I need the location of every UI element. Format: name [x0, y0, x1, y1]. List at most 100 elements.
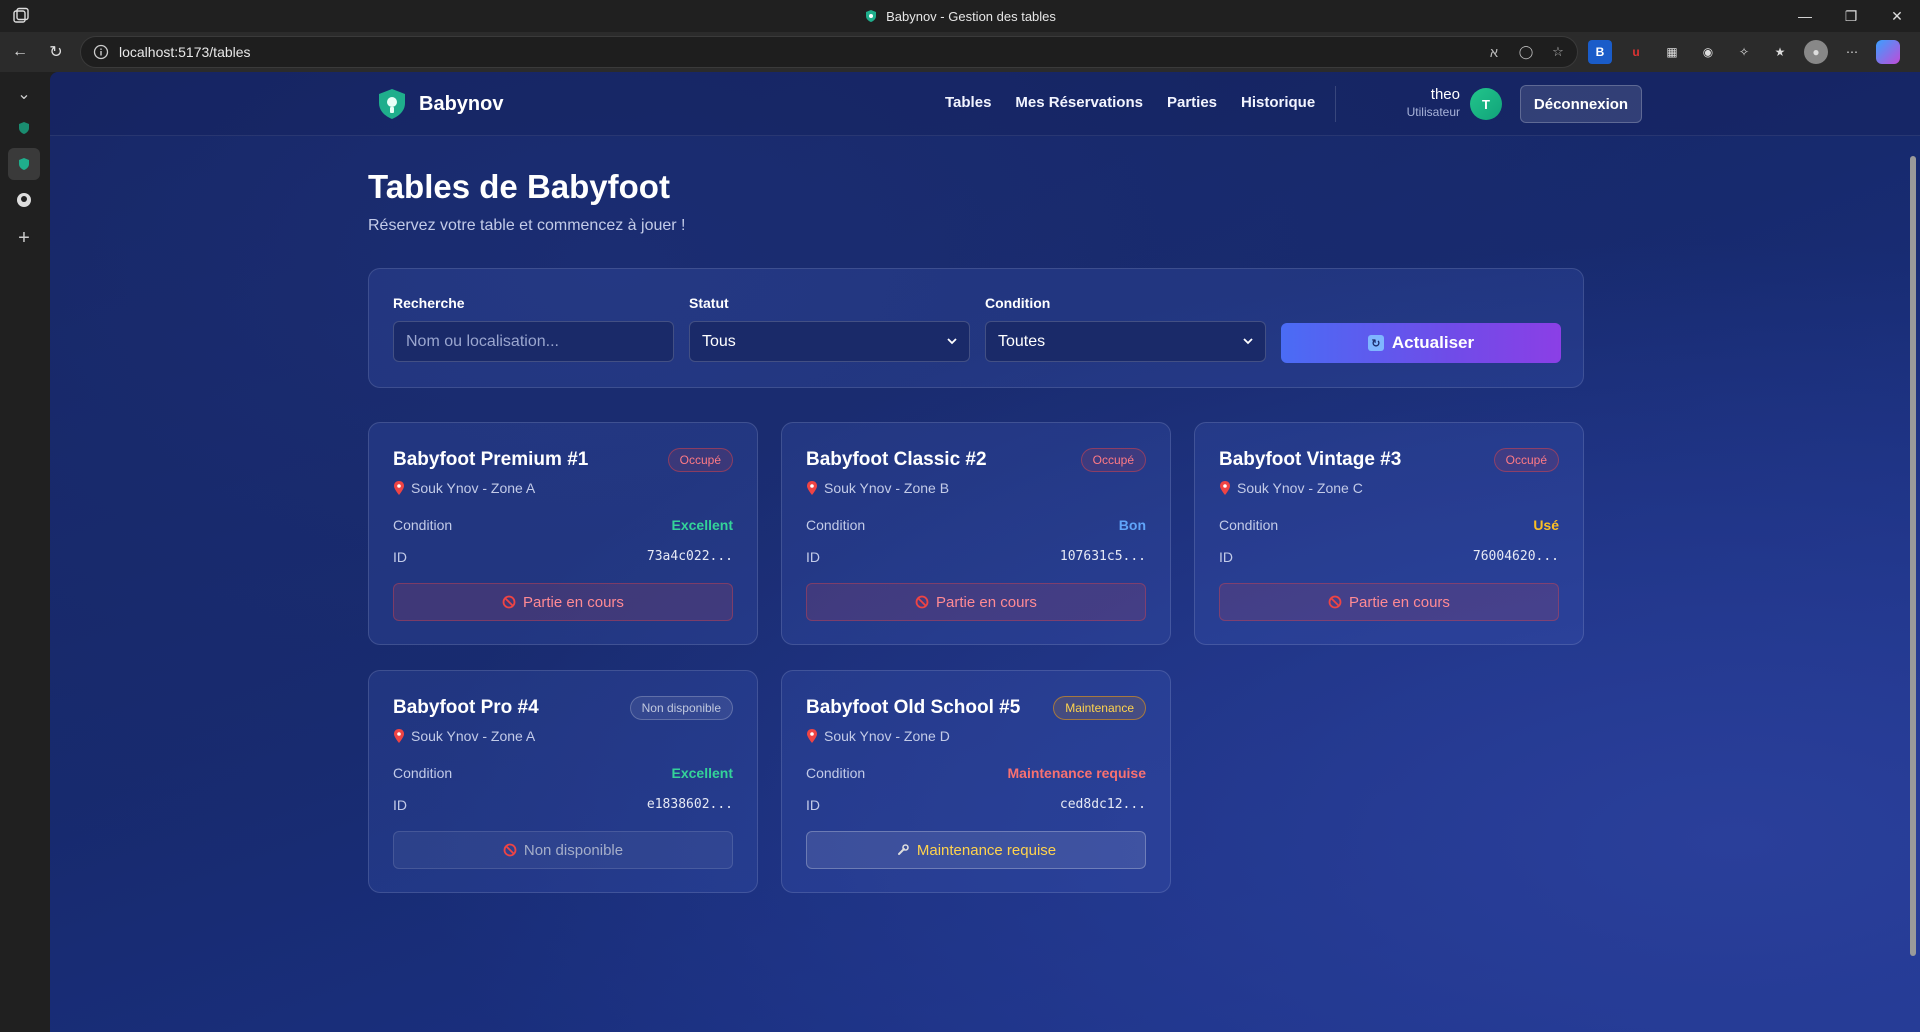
game-in-progress-button[interactable]: Partie en cours [1219, 583, 1559, 621]
user-info: theo Utilisateur [1350, 86, 1460, 119]
extension-icon[interactable]: ▦ [1660, 40, 1684, 64]
reload-icon[interactable]: ↻ [40, 36, 72, 68]
id-value: ced8dc12... [1059, 797, 1146, 812]
logout-button[interactable]: Déconnexion [1520, 85, 1642, 123]
favorites-icon[interactable]: ★ [1768, 40, 1792, 64]
action-label: Partie en cours [523, 593, 624, 611]
nav-link-historique[interactable]: Historique [1241, 94, 1315, 111]
condition-row: Condition Excellent [393, 765, 733, 781]
copilot-extension-icon[interactable]: ◉ [1696, 40, 1720, 64]
user-role: Utilisateur [1406, 105, 1460, 119]
prohibited-icon [1328, 595, 1342, 609]
browser-sidebar: ⌄ + [0, 72, 50, 1032]
table-location: Souk Ynov - Zone D [806, 728, 950, 744]
prohibited-icon [915, 595, 929, 609]
ublock-extension-icon[interactable]: u [1624, 40, 1648, 64]
id-row: ID 73a4c022... [393, 549, 733, 565]
table-name: Babyfoot Vintage #3 [1219, 449, 1402, 470]
url-bar[interactable]: localhost:5173/tables א ◯ ☆ [80, 36, 1578, 68]
status-badge: Maintenance [1053, 696, 1146, 720]
favorite-star-icon[interactable]: ☆ [1549, 43, 1567, 61]
maintenance-button[interactable]: Maintenance requise [806, 831, 1146, 869]
location-pin-icon [807, 729, 817, 743]
scrollbar-thumb[interactable] [1910, 156, 1916, 956]
nav-link-tables[interactable]: Tables [945, 94, 991, 111]
game-in-progress-button[interactable]: Partie en cours [393, 583, 733, 621]
status-badge: Occupé [667, 448, 733, 472]
condition-label: Condition [393, 517, 453, 533]
profile-icon[interactable]: ● [1804, 40, 1828, 64]
url-text[interactable]: localhost:5173/tables [119, 44, 251, 60]
page-title: Tables de Babyfoot [368, 168, 670, 205]
condition-row: Condition Excellent [393, 517, 733, 533]
avatar[interactable]: T [1470, 88, 1502, 120]
status-badge: Non disponible [629, 696, 733, 720]
nav-link-parties[interactable]: Parties [1167, 94, 1217, 111]
refresh-icon: ↻ [1367, 335, 1384, 351]
id-label: ID [806, 549, 820, 565]
id-value: 107631c5... [1059, 549, 1146, 564]
restore-icon[interactable]: ❐ [1828, 0, 1874, 32]
reader-icon[interactable]: ◯ [1517, 43, 1535, 61]
condition-select[interactable]: Toutes [985, 321, 1266, 362]
location-pin-icon [394, 481, 404, 495]
new-tab-icon[interactable]: + [8, 222, 40, 254]
game-in-progress-button[interactable]: Partie en cours [806, 583, 1146, 621]
unavailable-button[interactable]: Non disponible [393, 831, 733, 869]
window-title: Babynov - Gestion des tables [864, 9, 1056, 24]
workspaces-icon[interactable] [12, 7, 30, 25]
back-icon[interactable]: ← [4, 36, 36, 68]
location-pin-icon [807, 481, 817, 495]
id-row: ID ced8dc12... [806, 797, 1146, 813]
refresh-button[interactable]: ↻ Actualiser [1281, 323, 1561, 363]
id-value: 76004620... [1472, 549, 1559, 564]
status-select-value: Tous [702, 332, 736, 350]
nav-link-reservations[interactable]: Mes Réservations [1015, 94, 1143, 111]
collapse-tabs-icon[interactable]: ⌄ [8, 78, 40, 110]
chevron-down-icon [947, 338, 957, 345]
status-label: Statut [689, 295, 729, 311]
table-location: Souk Ynov - Zone C [1219, 480, 1363, 496]
brand[interactable]: Babynov [377, 88, 503, 120]
location-pin-icon [1220, 481, 1230, 495]
extensions-puzzle-icon[interactable]: ✧ [1732, 40, 1756, 64]
wrench-icon [897, 844, 909, 855]
close-icon[interactable]: ✕ [1874, 0, 1920, 32]
page-subtitle: Réservez votre table et commencez à joue… [368, 217, 686, 234]
table-name: Babyfoot Old School #5 [806, 697, 1021, 718]
location-text: Souk Ynov - Zone C [1237, 480, 1363, 496]
site-info-icon[interactable] [93, 44, 109, 60]
window-controls: — ❐ ✕ [1782, 0, 1920, 32]
active-tab-favicon-icon[interactable] [8, 148, 40, 180]
search-input[interactable]: Nom ou localisation... [393, 321, 674, 362]
page-scrollbar[interactable] [1908, 138, 1918, 1028]
translate-icon[interactable]: א [1485, 43, 1503, 61]
condition-select-value: Toutes [998, 332, 1046, 350]
id-label: ID [393, 549, 407, 565]
action-label: Maintenance requise [916, 841, 1057, 859]
more-menu-icon[interactable]: ⋯ [1840, 40, 1864, 64]
table-card: Babyfoot Old School #5 Maintenance Souk … [781, 670, 1171, 893]
condition-value: Usé [1533, 517, 1559, 533]
condition-label: Condition [985, 295, 1051, 311]
id-row: ID e1838602... [393, 797, 733, 813]
github-icon[interactable] [8, 184, 40, 216]
bitwarden-extension-icon[interactable]: B [1588, 40, 1612, 64]
nav-divider [1335, 86, 1336, 122]
table-location: Souk Ynov - Zone A [393, 728, 535, 744]
filters-panel: Recherche Nom ou localisation... Statut … [368, 268, 1584, 388]
condition-value: Bon [1118, 517, 1146, 533]
babynov-favicon-icon [866, 10, 877, 22]
tab-favicon-icon[interactable] [8, 112, 40, 144]
id-label: ID [1219, 549, 1233, 565]
id-label: ID [806, 797, 820, 813]
copilot-icon[interactable] [1876, 40, 1900, 64]
status-select[interactable]: Tous [689, 321, 970, 362]
extensions-bar: B u ▦ ◉ ✧ ★ ● ⋯ [1588, 40, 1900, 64]
action-label: Partie en cours [936, 593, 1037, 611]
table-location: Souk Ynov - Zone A [393, 480, 535, 496]
search-label: Recherche [393, 295, 465, 311]
table-location: Souk Ynov - Zone B [806, 480, 949, 496]
prohibited-icon [502, 595, 516, 609]
minimize-icon[interactable]: — [1782, 0, 1828, 32]
